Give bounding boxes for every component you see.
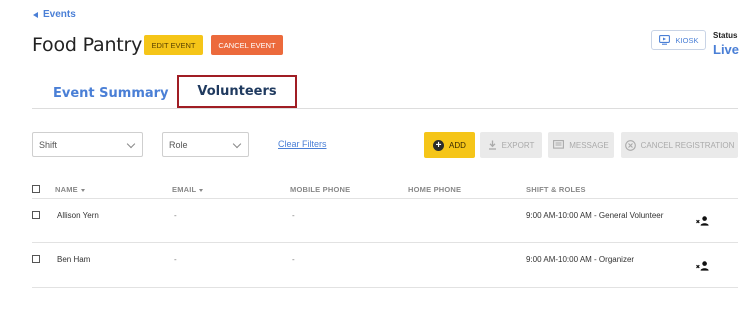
shift-filter-select[interactable]: Shift [32, 132, 143, 157]
column-header-home-phone: HOME PHONE [408, 185, 462, 194]
column-header-name-label: NAME [55, 185, 78, 194]
message-button[interactable]: MESSAGE [548, 132, 614, 158]
row-checkbox[interactable] [32, 255, 40, 263]
add-label: ADD [449, 140, 466, 150]
message-icon [553, 140, 565, 149]
row-divider [32, 287, 738, 288]
column-header-mobile-phone: MOBILE PHONE [290, 185, 351, 194]
row-divider [32, 242, 738, 243]
remove-person-icon[interactable] [696, 261, 710, 271]
export-label: EXPORT [501, 140, 535, 150]
tabs-divider [32, 108, 738, 109]
clear-filters-link[interactable]: Clear Filters [278, 139, 327, 149]
cancel-registration-button[interactable]: CANCEL REGISTRATION [621, 132, 738, 158]
back-link-label: Events [43, 9, 76, 20]
select-all-checkbox[interactable] [32, 185, 40, 193]
column-header-name[interactable]: NAME [55, 185, 85, 194]
volunteer-name: Ben Ham [57, 255, 91, 264]
tab-volunteers[interactable]: Volunteers [177, 75, 297, 108]
chevron-down-icon [126, 139, 136, 149]
column-header-email[interactable]: EMAIL [172, 185, 204, 194]
cancel-event-button[interactable]: CANCEL EVENT [211, 35, 283, 55]
remove-person-icon[interactable] [696, 216, 710, 226]
tab-event-summary[interactable]: Event Summary [53, 86, 169, 101]
row-checkbox[interactable] [32, 211, 40, 219]
back-arrow-icon [33, 11, 38, 18]
status-value: Live [713, 42, 740, 57]
volunteer-shift-roles: 9:00 AM-10:00 AM - General Volunteer [526, 211, 664, 220]
shift-filter-value: Shift [39, 139, 58, 150]
volunteer-mobile-phone: - [292, 211, 295, 220]
chevron-down-icon [232, 139, 242, 149]
sort-down-icon [199, 188, 204, 192]
page-title: Food Pantry [32, 34, 143, 56]
volunteer-email: - [174, 255, 177, 264]
monitor-icon [658, 35, 670, 45]
cancel-registration-label: CANCEL REGISTRATION [640, 140, 735, 150]
export-button[interactable]: EXPORT [480, 132, 542, 158]
sort-down-icon [80, 188, 85, 192]
table-header-divider [32, 198, 738, 199]
role-filter-select[interactable]: Role [162, 132, 249, 157]
volunteer-email: - [174, 211, 177, 220]
message-label: MESSAGE [569, 140, 609, 150]
add-button[interactable]: + ADD [424, 132, 475, 158]
column-header-shift-roles: SHIFT & ROLES [526, 185, 586, 194]
volunteer-mobile-phone: - [292, 255, 295, 264]
volunteer-name: Allison Yern [57, 211, 99, 220]
back-to-events-link[interactable]: Events [33, 9, 76, 20]
edit-event-button[interactable]: EDIT EVENT [144, 35, 203, 55]
volunteer-shift-roles: 9:00 AM-10:00 AM - Organizer [526, 255, 635, 264]
status-label: Status [713, 31, 738, 40]
column-header-email-label: EMAIL [172, 185, 197, 194]
cancel-circle-icon [624, 139, 636, 151]
kiosk-label: KIOSK [675, 35, 699, 45]
role-filter-value: Role [169, 139, 188, 150]
kiosk-button[interactable]: KIOSK [651, 30, 706, 50]
download-icon [488, 140, 496, 150]
plus-circle-icon: + [433, 139, 445, 151]
